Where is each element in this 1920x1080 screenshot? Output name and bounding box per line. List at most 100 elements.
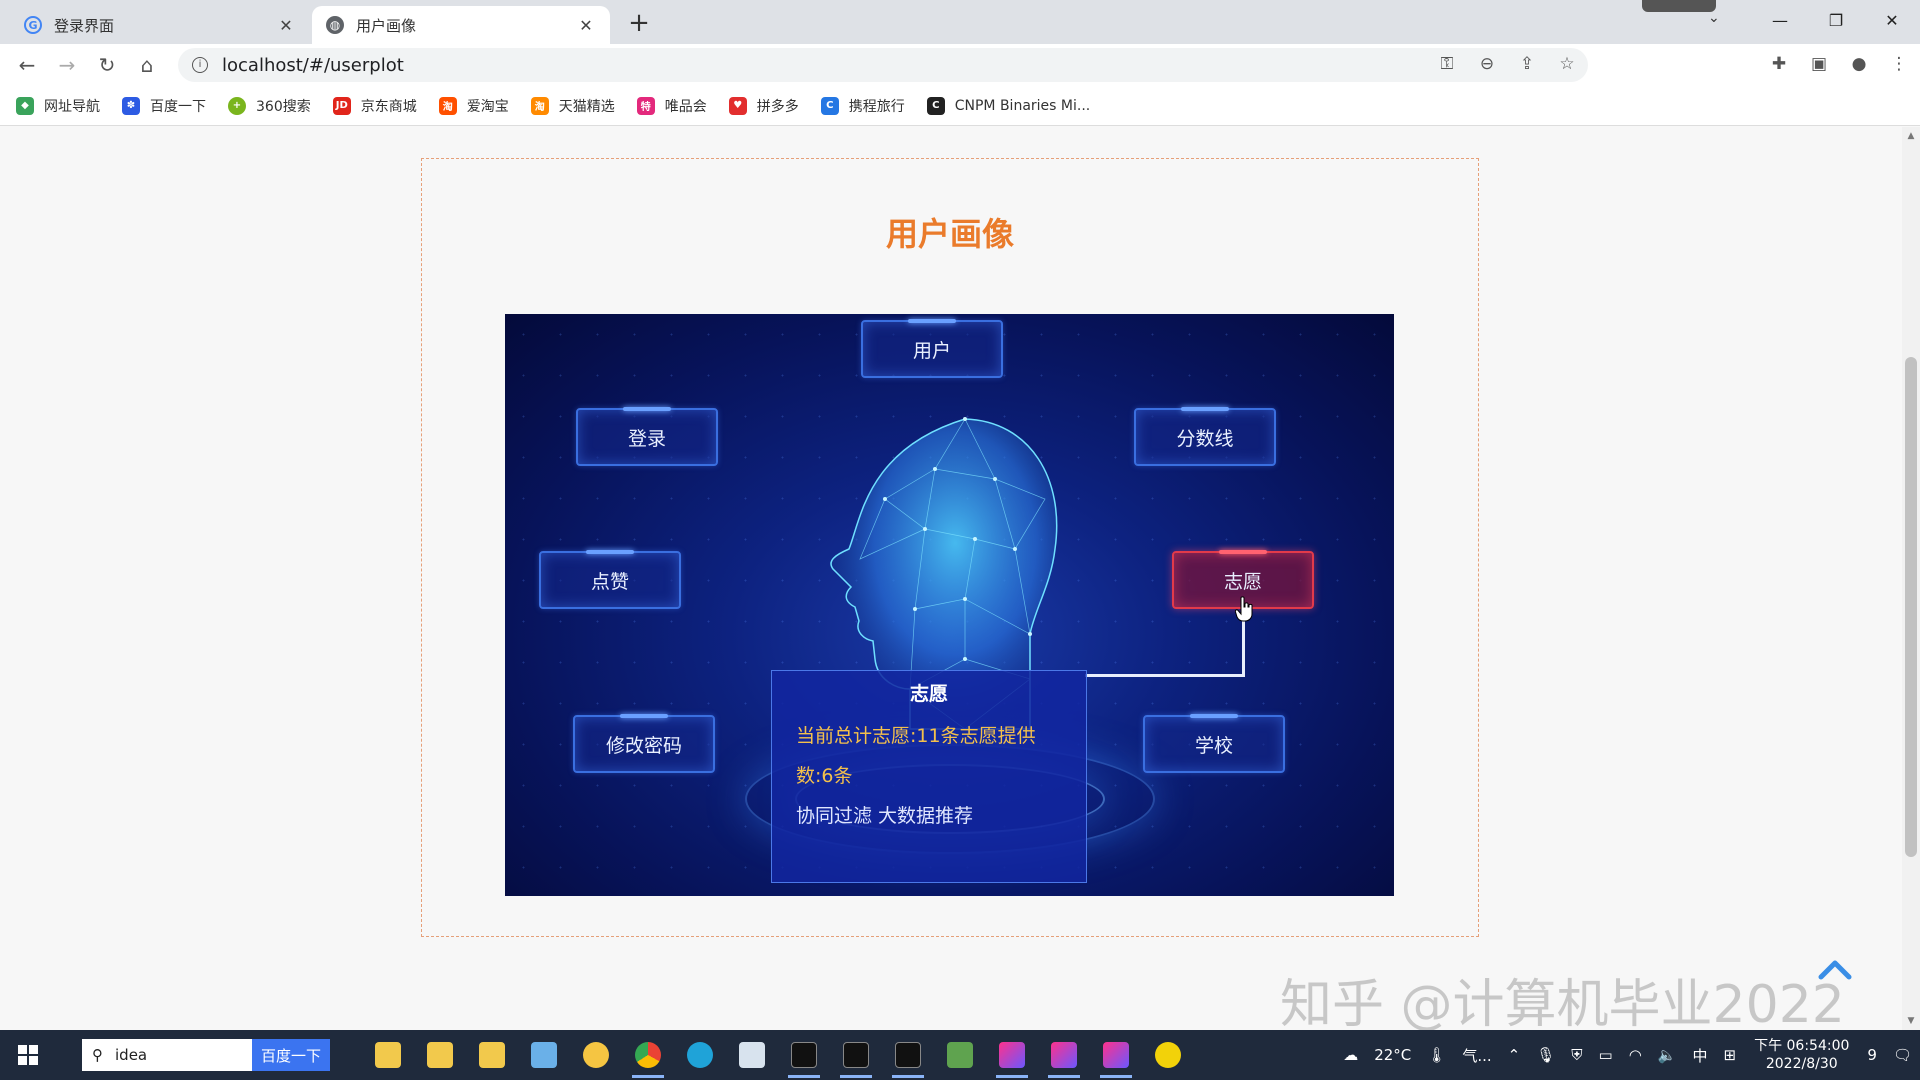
menu-icon[interactable]: ⋮ — [1888, 54, 1910, 74]
taskbar-app-terminal[interactable] — [830, 1030, 882, 1080]
thermometer-icon[interactable]: 🌡 — [1427, 1046, 1446, 1064]
bookmark-item[interactable]: ◆ 网址导航 — [16, 96, 100, 116]
back-icon[interactable]: ← — [12, 50, 42, 80]
restore-icon[interactable]: ❐ — [1808, 0, 1864, 40]
reload-icon[interactable]: ↻ — [92, 50, 122, 80]
bookmark-item[interactable]: C CNPM Binaries Mi... — [926, 96, 1090, 115]
scroll-down-arrow-icon[interactable]: ▼ — [1902, 1016, 1920, 1026]
battery-icon[interactable]: ▭ — [1599, 1046, 1613, 1064]
taskbar-apps — [362, 1030, 1194, 1080]
browser-toolbar: ← → ↻ ⌂ i localhost/#/userplot ⚿ ⊖ ⇪ ☆ ✚… — [0, 44, 1920, 86]
share-icon[interactable]: ⇪ — [1516, 54, 1538, 74]
bookmarks-bar: ◆ 网址导航 ✽ 百度一下 +360搜索 JD 京东商城 淘爱淘宝 淘天猫精选 特唯品… — [0, 86, 1920, 126]
ime-indicator[interactable]: 中 — [1692, 1045, 1707, 1066]
info-icon[interactable]: i — [192, 57, 208, 73]
taskbar-app-terminal[interactable] — [778, 1030, 830, 1080]
image-app-icon — [531, 1042, 557, 1068]
taskbar-app-folder[interactable] — [414, 1030, 466, 1080]
taskbar-app-chrome[interactable] — [622, 1030, 674, 1080]
tab-login[interactable]: G 登录界面 ✕ — [10, 6, 310, 44]
taskbar-app-terminal[interactable] — [882, 1030, 934, 1080]
notification-count-badge[interactable]: 9 — [1867, 1046, 1877, 1064]
tab-preview-thumbnail — [1642, 0, 1716, 12]
tooltip-title: 志愿 — [909, 683, 948, 705]
taskbar-app-image[interactable] — [518, 1030, 570, 1080]
taskbar-app-edge[interactable] — [674, 1030, 726, 1080]
url-text[interactable]: localhost/#/userplot — [222, 55, 404, 76]
bookmark-item[interactable]: +360搜索 — [228, 96, 311, 116]
close-window-icon[interactable]: ✕ — [1864, 0, 1920, 40]
taobao-icon: 淘 — [438, 96, 457, 115]
window-controls: — ❐ ✕ — [1752, 0, 1920, 40]
volume-icon[interactable]: 🔈 — [1658, 1046, 1677, 1064]
taskbar-app-intellij[interactable] — [1090, 1030, 1142, 1080]
new-tab-button[interactable]: + — [624, 8, 654, 38]
bookmark-item[interactable]: 特唯品会 — [636, 96, 707, 116]
ctrip-icon: C — [820, 96, 839, 115]
weather-temp[interactable]: 22°C — [1374, 1046, 1411, 1064]
jd-icon: JD — [332, 96, 351, 115]
clock-time: 下午 06:54:00 — [1754, 1038, 1850, 1054]
tooltip-stat-line: 数:6条 — [796, 765, 853, 787]
home-icon[interactable]: ⌂ — [132, 50, 162, 80]
taskbar-app-other[interactable] — [1142, 1030, 1194, 1080]
keyboard-grid-icon[interactable]: ⊞ — [1724, 1046, 1737, 1064]
bookmark-item[interactable]: 淘天猫精选 — [530, 96, 615, 116]
taskbar-app-window[interactable] — [726, 1030, 778, 1080]
intellij-icon — [999, 1042, 1025, 1068]
intellij-icon — [1103, 1042, 1129, 1068]
notepad-icon — [947, 1042, 973, 1068]
app-circle-icon — [1155, 1042, 1181, 1068]
weather-extra-text[interactable]: 气... — [1462, 1045, 1491, 1066]
tab-search-icon[interactable]: ⌄ — [1708, 10, 1720, 26]
bookmark-item[interactable]: ✽ 百度一下 — [122, 96, 206, 116]
node-like[interactable]: 点赞 — [539, 551, 681, 609]
page-scrollbar[interactable]: ▲ ▼ — [1902, 127, 1920, 1030]
taskbar-app-intellij[interactable] — [1038, 1030, 1090, 1080]
star-icon[interactable]: ☆ — [1556, 54, 1578, 74]
node-school[interactable]: 学校 — [1143, 715, 1285, 773]
node-login[interactable]: 登录 — [576, 408, 718, 466]
forward-icon[interactable]: → — [52, 50, 82, 80]
taskbar-clock[interactable]: 下午 06:54:00 2022/8/30 — [1754, 1037, 1849, 1073]
zoom-icon[interactable]: ⊖ — [1476, 54, 1498, 74]
close-icon[interactable]: ✕ — [576, 16, 596, 35]
bookmark-item[interactable]: JD 京东商城 — [332, 96, 417, 116]
system-tray: ☁ 22°C 🌡 气... ⌃ 🎙 ⛨ ▭ ◠ 🔈 中 ⊞ 下午 06:54:0… — [1335, 1030, 1920, 1080]
node-score-line[interactable]: 分数线 — [1134, 408, 1276, 466]
weather-cloud-icon[interactable]: ☁ — [1343, 1046, 1358, 1064]
taskbar-app-folder[interactable] — [466, 1030, 518, 1080]
key-icon[interactable]: ⚿ — [1436, 54, 1458, 74]
node-change-password[interactable]: 修改密码 — [573, 715, 715, 773]
taskbar-app-chat[interactable] — [570, 1030, 622, 1080]
clock-date: 2022/8/30 — [1765, 1056, 1838, 1072]
taskbar-search-button[interactable]: 百度一下 — [252, 1039, 330, 1071]
taskbar-app-notepad[interactable] — [934, 1030, 986, 1080]
wish-tooltip: 志愿 当前总计志愿:11条志愿提供 数:6条 协同过滤 大数据推荐 — [771, 670, 1087, 883]
action-center-icon[interactable]: 🗨 — [1893, 1046, 1912, 1064]
address-bar[interactable]: i localhost/#/userplot ⚿ ⊖ ⇪ ☆ — [178, 48, 1588, 82]
shield-icon[interactable]: ⛨ — [1571, 1046, 1582, 1064]
node-user[interactable]: 用户 — [861, 320, 1003, 378]
taskbar-app-intellij[interactable] — [986, 1030, 1038, 1080]
bookmark-item[interactable]: 淘爱淘宝 — [438, 96, 509, 116]
profile-avatar-icon[interactable]: ● — [1848, 54, 1870, 74]
bookmark-item[interactable]: ♥ 拼多多 — [728, 96, 799, 116]
bookmark-item[interactable]: C 携程旅行 — [820, 96, 905, 116]
page-title: 用户画像 — [885, 215, 1014, 253]
close-icon[interactable]: ✕ — [276, 16, 296, 35]
wifi-icon[interactable]: ◠ — [1629, 1046, 1642, 1064]
scroll-up-arrow-icon[interactable]: ▲ — [1902, 131, 1920, 141]
extensions-icon[interactable]: ✚ — [1768, 54, 1790, 74]
windows-start-icon[interactable] — [0, 1030, 56, 1080]
terminal-icon — [843, 1042, 869, 1068]
taskbar-search-input[interactable]: ⚲ idea — [82, 1039, 252, 1071]
taskbar-app-folder[interactable] — [362, 1030, 414, 1080]
tab-userplot[interactable]: ◍ 用户画像 ✕ — [312, 6, 610, 44]
minimize-icon[interactable]: — — [1752, 0, 1808, 40]
side-panel-icon[interactable]: ▣ — [1808, 54, 1830, 74]
microphone-icon[interactable]: 🎙 — [1536, 1046, 1555, 1064]
search-icon: ⚲ — [92, 1046, 103, 1064]
scrollbar-thumb[interactable] — [1905, 357, 1917, 857]
chevron-up-icon[interactable]: ⌃ — [1508, 1046, 1521, 1064]
